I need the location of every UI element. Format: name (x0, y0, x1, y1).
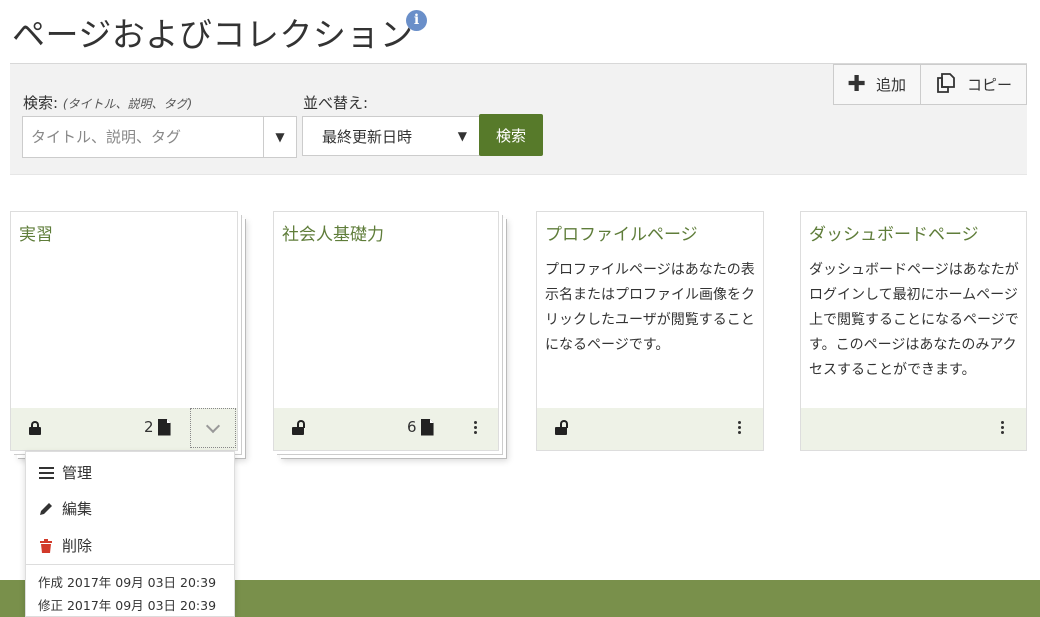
card-title[interactable]: プロファイルページ (545, 220, 698, 245)
sort-label: 並べ替え: (303, 94, 369, 112)
search-input[interactable] (23, 117, 263, 157)
caret-down-icon: ▼ (457, 129, 467, 143)
info-icon[interactable]: i (406, 10, 427, 31)
modified-date: 修正 2017年 09月 03日 20:39 (38, 598, 217, 613)
search-label: 検索: (タイトル、説明、タグ) (23, 92, 192, 113)
card-title[interactable]: ダッシュボードページ (809, 220, 979, 245)
page-count-value: 6 (407, 418, 417, 436)
toolbar: ✚ 追加 コピー (832, 64, 1027, 105)
card-menu-toggle[interactable] (190, 408, 236, 448)
list-icon (38, 466, 54, 479)
search-button[interactable]: 検索 (479, 114, 543, 156)
page-count: 6 (407, 418, 434, 436)
search-hint: (タイトル、説明、タグ) (62, 97, 193, 111)
sort-select-value: 最終更新日時 (322, 127, 413, 146)
card-description: プロファイルページはあなたの表示名またはプロファイル画像をクリックしたユーザが閲… (545, 262, 755, 353)
page-count-value: 2 (144, 418, 154, 436)
collection-card[interactable]: 社会人基礎力 6 (273, 211, 499, 451)
more-options-icon[interactable] (999, 421, 1005, 436)
card-title[interactable]: 社会人基礎力 (282, 220, 384, 245)
page-card[interactable]: プロファイルページ プロファイルページはあなたの表示名またはプロファイル画像をク… (536, 211, 764, 451)
more-options-icon[interactable] (736, 421, 742, 436)
menu-item-label: 削除 (62, 537, 93, 555)
card-menu: 管理 編集 削除 作成 2017年 09月 03日 20:39 修正 2017年… (25, 451, 235, 617)
plus-icon: ✚ (847, 71, 866, 97)
copy-button[interactable]: コピー (920, 64, 1027, 105)
menu-item-manage[interactable]: 管理 (38, 462, 92, 483)
search-dropdown-toggle[interactable]: ▼ (263, 117, 296, 157)
card-footer: 6 (274, 408, 498, 450)
page-card[interactable]: ダッシュボードページ ダッシュボードページはあなたがログインして最初にホームペー… (800, 211, 1027, 451)
search-box: ▼ (22, 116, 297, 158)
page: ページおよびコレクション i ✚ 追加 コピー 検索: (タイトル、説明、タグ) (0, 0, 1040, 617)
unlock-icon (555, 420, 568, 435)
sort-select[interactable]: 最終更新日時 ▼ (302, 116, 480, 156)
trash-icon (38, 538, 54, 553)
add-button[interactable]: ✚ 追加 (832, 64, 921, 105)
menu-item-label: 編集 (62, 500, 93, 518)
collection-card[interactable]: 実習 2 (10, 211, 238, 451)
created-date: 作成 2017年 09月 03日 20:39 (38, 575, 217, 590)
add-button-label: 追加 (875, 76, 906, 94)
pencil-icon (38, 502, 54, 516)
card-title[interactable]: 実習 (19, 220, 53, 245)
unlock-icon (292, 420, 305, 435)
card-description: ダッシュボードページはあなたがログインして最初にホームページ上で閲覧することにな… (809, 262, 1019, 378)
lock-icon (29, 421, 41, 435)
more-options-icon[interactable] (472, 421, 478, 436)
document-icon (420, 418, 434, 436)
card-footer (801, 408, 1026, 450)
search-panel: ✚ 追加 コピー 検索: (タイトル、説明、タグ) ▼ 並べ替え: (10, 63, 1027, 175)
menu-item-label: 管理 (62, 464, 93, 482)
copy-button-label: コピー (966, 76, 1012, 94)
menu-divider (26, 564, 234, 565)
chevron-down-icon (205, 418, 221, 433)
menu-item-edit[interactable]: 編集 (38, 498, 92, 519)
card-footer: 2 (11, 408, 237, 450)
search-label-text: 検索: (23, 94, 59, 112)
page-count: 2 (144, 418, 171, 436)
document-icon (157, 418, 171, 436)
page-title: ページおよびコレクション (12, 15, 414, 54)
copy-icon (935, 72, 957, 97)
menu-item-delete[interactable]: 削除 (38, 535, 92, 556)
card-footer (537, 408, 763, 450)
